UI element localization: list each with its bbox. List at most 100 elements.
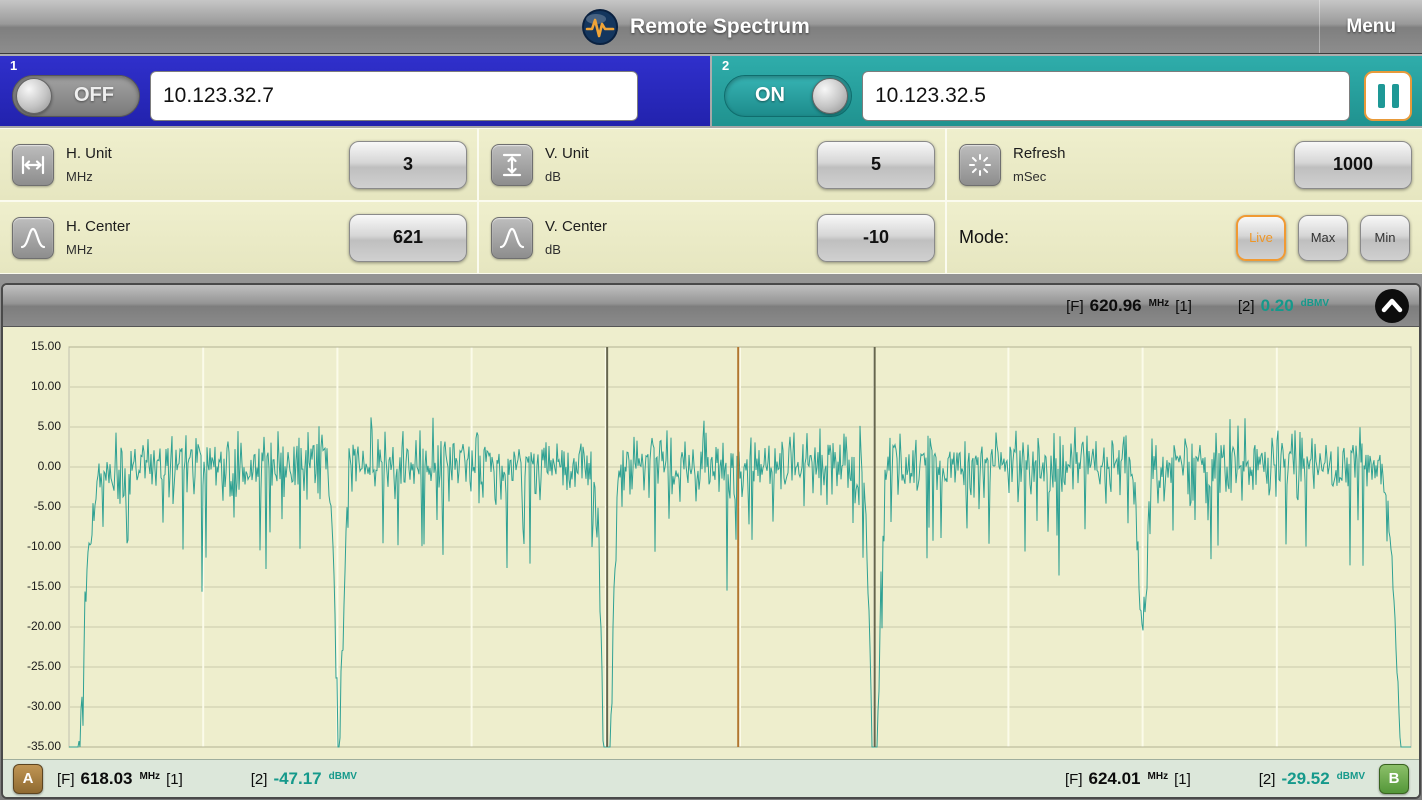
v-unit-control: V. Unit dB 5 bbox=[479, 129, 945, 200]
chevron-up-icon bbox=[1375, 289, 1409, 323]
device-2-power-toggle[interactable]: ON bbox=[724, 75, 852, 117]
v-center-text: V. Center dB bbox=[545, 218, 607, 257]
v-center-value-button[interactable]: -10 bbox=[817, 214, 935, 262]
refresh-text: Refresh mSec bbox=[1013, 145, 1066, 184]
toggle-knob bbox=[812, 78, 848, 114]
app-title: Remote Spectrum bbox=[630, 15, 810, 39]
marker-a-frequency-readout: [F] 618.03 MHz [1] bbox=[57, 769, 183, 789]
marker-a-button[interactable]: A bbox=[13, 764, 43, 794]
marker-b-ch2-label: [2] bbox=[1259, 771, 1276, 788]
h-unit-value-button[interactable]: 3 bbox=[349, 141, 467, 189]
app-logo-icon bbox=[580, 7, 620, 47]
f-value: 620.96 bbox=[1090, 296, 1142, 316]
mode-label: Mode: bbox=[959, 227, 1009, 248]
y-axis-tick: 0.00 bbox=[5, 459, 61, 473]
marker-b-f-label: [F] bbox=[1065, 771, 1083, 788]
v-center-label: V. Center bbox=[545, 218, 607, 235]
v-unit-label: V. Unit bbox=[545, 145, 589, 162]
v-unit-icon bbox=[491, 144, 533, 186]
y-axis-tick: 15.00 bbox=[5, 339, 61, 353]
marker-b-level: -29.52 bbox=[1281, 769, 1329, 789]
y-axis-tick: -5.00 bbox=[5, 499, 61, 513]
mode-min-button[interactable]: Min bbox=[1360, 215, 1410, 261]
h-center-peak-icon bbox=[12, 217, 54, 259]
app-header: Remote Spectrum Menu bbox=[0, 0, 1422, 54]
marker-a-level-readout: [2] -47.17 dBMV bbox=[251, 769, 357, 789]
marker-b-frequency-readout: [F] 624.01 MHz [1] bbox=[1065, 769, 1191, 789]
chart-readout-bar: [F] 620.96 MHz [1] [2] 0.20 dBMV bbox=[3, 285, 1419, 327]
y-axis-tick: -30.00 bbox=[5, 699, 61, 713]
refresh-control: Refresh mSec 1000 bbox=[947, 129, 1422, 200]
marker-b-channel: [1] bbox=[1174, 771, 1191, 788]
marker-b-freq: 624.01 bbox=[1089, 769, 1141, 789]
y-axis-tick: -35.00 bbox=[5, 739, 61, 753]
ch2-value: 0.20 bbox=[1261, 296, 1294, 316]
device-1-panel: 1 OFF bbox=[0, 56, 710, 126]
mode-live-button[interactable]: Live bbox=[1236, 215, 1286, 261]
v-unit-value-button[interactable]: 5 bbox=[817, 141, 935, 189]
y-axis-tick: 5.00 bbox=[5, 419, 61, 433]
h-unit-control: H. Unit MHz 3 bbox=[0, 129, 477, 200]
spectrum-plot[interactable]: 15.00 10.00 5.00 0.00 -5.00 -10.00 -15.00 -20.0… bbox=[3, 327, 1419, 759]
device-2-ip-input[interactable] bbox=[862, 71, 1350, 121]
device-2-index: 2 bbox=[722, 58, 729, 73]
v-center-unit: dB bbox=[545, 242, 607, 257]
h-center-control: H. Center MHz 621 bbox=[0, 202, 477, 273]
y-axis-tick: -10.00 bbox=[5, 539, 61, 553]
device-2-panel: 2 ON bbox=[712, 56, 1422, 126]
v-center-peak-icon bbox=[491, 217, 533, 259]
toggle-knob bbox=[16, 78, 52, 114]
marker-a-f-label: [F] bbox=[57, 771, 75, 788]
marker-b-button[interactable]: B bbox=[1379, 764, 1409, 794]
h-unit-unit: MHz bbox=[66, 169, 112, 184]
y-axis-tick: 10.00 bbox=[5, 379, 61, 393]
h-center-unit: MHz bbox=[66, 242, 130, 257]
device-1-ip-input[interactable] bbox=[150, 71, 638, 121]
ch2-label: [2] bbox=[1238, 298, 1255, 315]
collapse-chart-button[interactable] bbox=[1375, 289, 1409, 323]
v-center-control: V. Center dB -10 bbox=[479, 202, 945, 273]
h-center-text: H. Center MHz bbox=[66, 218, 130, 257]
refresh-value-button[interactable]: 1000 bbox=[1294, 141, 1412, 189]
connection-row: 1 OFF 2 ON bbox=[0, 56, 1422, 126]
h-unit-icon bbox=[12, 144, 54, 186]
refresh-unit: mSec bbox=[1013, 169, 1066, 184]
marker-bar: A [F] 618.03 MHz [1] [2] -47.17 dBMV [F]… bbox=[3, 759, 1419, 797]
f-label: [F] bbox=[1066, 298, 1084, 315]
h-unit-label: H. Unit bbox=[66, 145, 112, 162]
marker-a-freq: 618.03 bbox=[81, 769, 133, 789]
level-readout: [2] 0.20 dBMV bbox=[1238, 296, 1329, 316]
refresh-label: Refresh bbox=[1013, 145, 1066, 162]
app-title-group: Remote Spectrum bbox=[580, 7, 810, 47]
v-unit-unit: dB bbox=[545, 169, 589, 184]
h-center-label: H. Center bbox=[66, 218, 130, 235]
f-channel: [1] bbox=[1175, 298, 1192, 315]
spectrum-chart-panel: [F] 620.96 MHz [1] [2] 0.20 dBMV 15.00 10… bbox=[1, 283, 1421, 799]
settings-panel: H. Unit MHz 3 V. Unit dB 5 bbox=[0, 128, 1422, 274]
marker-b-level-readout: [2] -29.52 dBMV bbox=[1259, 769, 1365, 789]
h-unit-text: H. Unit MHz bbox=[66, 145, 112, 184]
v-unit-text: V. Unit dB bbox=[545, 145, 589, 184]
marker-b-freq-unit: MHz bbox=[1148, 771, 1169, 782]
device-1-power-toggle[interactable]: OFF bbox=[12, 75, 140, 117]
mode-control: Mode: Live Max Min bbox=[947, 202, 1422, 273]
pause-button[interactable] bbox=[1364, 71, 1412, 121]
marker-a-level-unit: dBMV bbox=[329, 771, 357, 782]
marker-a-level: -47.17 bbox=[273, 769, 321, 789]
refresh-clock-icon bbox=[959, 144, 1001, 186]
frequency-readout: [F] 620.96 MHz [1] bbox=[1066, 296, 1192, 316]
device-1-index: 1 bbox=[10, 58, 17, 73]
ch2-unit: dBMV bbox=[1301, 298, 1329, 309]
marker-a-ch2-label: [2] bbox=[251, 771, 268, 788]
h-center-value-button[interactable]: 621 bbox=[349, 214, 467, 262]
f-unit: MHz bbox=[1149, 298, 1170, 309]
y-axis-tick: -15.00 bbox=[5, 579, 61, 593]
mode-max-button[interactable]: Max bbox=[1298, 215, 1348, 261]
marker-a-channel: [1] bbox=[166, 771, 183, 788]
y-axis-tick: -25.00 bbox=[5, 659, 61, 673]
y-axis-tick: -20.00 bbox=[5, 619, 61, 633]
marker-a-freq-unit: MHz bbox=[140, 771, 161, 782]
pause-icon bbox=[1378, 84, 1399, 108]
mode-button-group: Live Max Min bbox=[1236, 215, 1412, 261]
menu-button[interactable]: Menu bbox=[1319, 0, 1422, 53]
